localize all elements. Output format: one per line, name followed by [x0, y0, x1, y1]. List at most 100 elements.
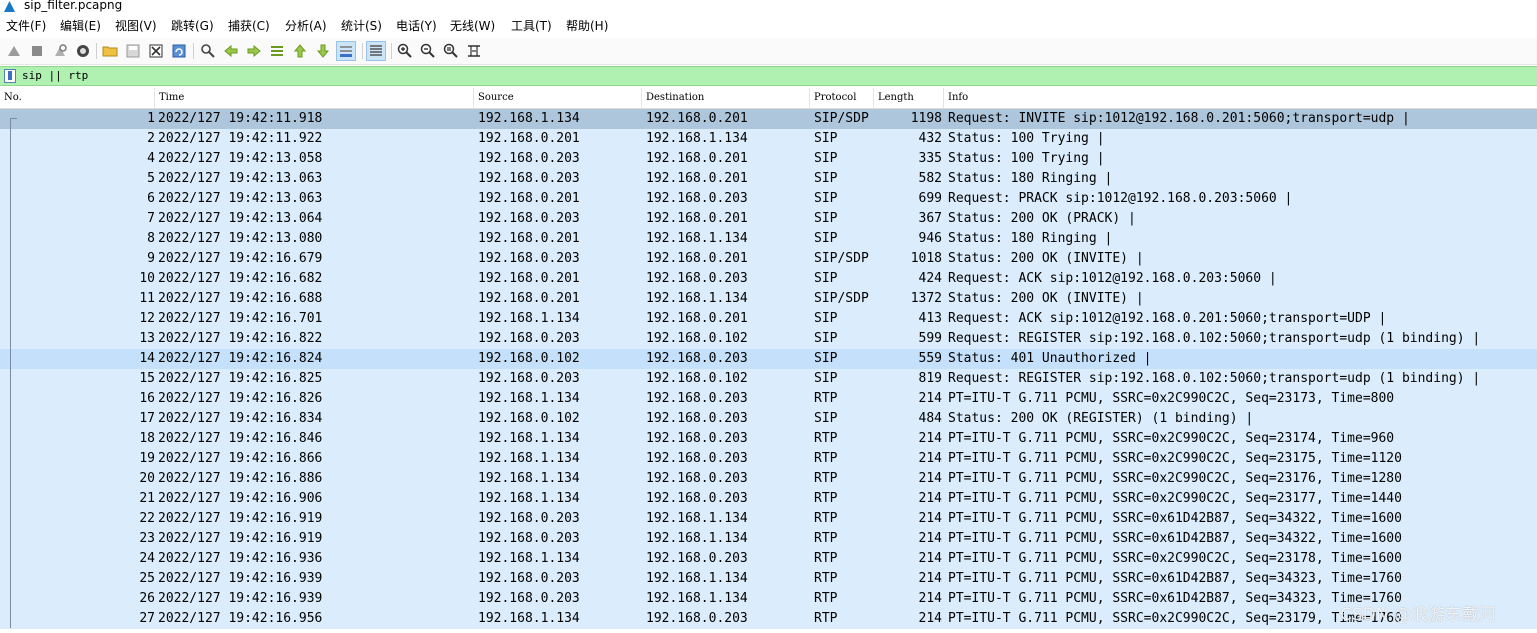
packet-row[interactable]: 20 2022/127 19:42:16.886 192.168.1.134 192.…: [0, 469, 1537, 489]
restart-capture-button[interactable]: [50, 41, 70, 61]
packet-src-cell: 192.168.1.134: [478, 311, 580, 326]
packet-row[interactable]: 5 2022/127 19:42:13.063 192.168.0.203 192.1…: [0, 169, 1537, 189]
packet-proto-cell: SIP: [814, 131, 838, 146]
related-packets-line: [10, 118, 11, 628]
packet-row[interactable]: 10 2022/127 19:42:16.682 192.168.0.201 192.…: [0, 269, 1537, 289]
packet-row[interactable]: 9 2022/127 19:42:16.679 192.168.0.203 192.1…: [0, 249, 1537, 269]
go-last-button[interactable]: [313, 41, 333, 61]
packet-proto-cell: SIP/SDP: [814, 111, 869, 126]
filter-bookmark-icon[interactable]: [4, 69, 16, 83]
packet-row[interactable]: 24 2022/127 19:42:16.936 192.168.1.134 192.…: [0, 549, 1537, 569]
save-file-button[interactable]: [123, 41, 143, 61]
menu-item-4[interactable]: 捕获(C): [228, 18, 270, 34]
packet-proto-cell: SIP: [814, 331, 838, 346]
capture-options-button[interactable]: [73, 41, 93, 61]
packet-proto-cell: SIP/SDP: [814, 291, 869, 306]
menu-item-3[interactable]: 跳转(G): [171, 18, 214, 34]
column-header-length[interactable]: Length: [874, 88, 944, 108]
packet-dst-cell: 192.168.0.102: [646, 331, 748, 346]
go-back-button[interactable]: [221, 41, 241, 61]
packet-no-cell: 27: [139, 611, 155, 626]
packet-row[interactable]: 22 2022/127 19:42:16.919 192.168.0.203 192.…: [0, 509, 1537, 529]
menu-item-0[interactable]: 文件(F): [6, 18, 46, 34]
find-packet-button[interactable]: [198, 41, 218, 61]
window-title: sip_filter.pcapng: [24, 0, 123, 12]
go-forward-button[interactable]: [244, 41, 264, 61]
packet-row[interactable]: 7 2022/127 19:42:13.064 192.168.0.203 192.1…: [0, 209, 1537, 229]
go-last-icon: [316, 44, 330, 58]
packet-row[interactable]: 21 2022/127 19:42:16.906 192.168.1.134 192.…: [0, 489, 1537, 509]
menu-item-10[interactable]: 帮助(H): [566, 18, 608, 34]
packet-no-cell: 16: [139, 391, 155, 406]
packet-proto-cell: SIP: [814, 151, 838, 166]
packet-time-cell: 2022/127 19:42:16.834: [158, 411, 323, 426]
go-to-packet-button[interactable]: [267, 41, 287, 61]
packet-row[interactable]: 19 2022/127 19:42:16.866 192.168.1.134 192.…: [0, 449, 1537, 469]
packet-row[interactable]: 25 2022/127 19:42:16.939 192.168.0.203 192.…: [0, 569, 1537, 589]
menu-item-7[interactable]: 电话(Y): [396, 18, 437, 34]
menu-item-9[interactable]: 工具(T): [511, 18, 552, 34]
packet-row[interactable]: 16 2022/127 19:42:16.826 192.168.1.134 192.…: [0, 389, 1537, 409]
column-header-time[interactable]: Time: [155, 88, 474, 108]
menu-item-5[interactable]: 分析(A): [285, 18, 327, 34]
display-filter-input[interactable]: sip || rtp: [22, 68, 88, 84]
packet-proto-cell: RTP: [814, 471, 838, 486]
packet-row[interactable]: 27 2022/127 19:42:16.956 192.168.1.134 192.…: [0, 609, 1537, 629]
column-header-destination[interactable]: Destination: [642, 88, 810, 108]
stop-capture-button[interactable]: [27, 41, 47, 61]
column-header-source[interactable]: Source: [474, 88, 642, 108]
start-capture-button[interactable]: [4, 41, 24, 61]
normal-size-button[interactable]: [441, 41, 461, 61]
packet-row[interactable]: 14 2022/127 19:42:16.824 192.168.0.102 192.…: [0, 349, 1537, 369]
packet-row[interactable]: 18 2022/127 19:42:16.846 192.168.1.134 192.…: [0, 429, 1537, 449]
resize-columns-button[interactable]: [464, 41, 484, 61]
packet-time-cell: 2022/127 19:42:11.922: [158, 131, 323, 146]
reload-file-button[interactable]: [169, 41, 189, 61]
packet-row[interactable]: 6 2022/127 19:42:13.063 192.168.0.201 192.1…: [0, 189, 1537, 209]
packet-no-cell: 26: [139, 591, 155, 606]
column-header-info[interactable]: Info: [944, 88, 1537, 108]
packet-src-cell: 192.168.0.201: [478, 231, 580, 246]
packet-len-cell: 484: [918, 411, 942, 426]
packet-row[interactable]: 23 2022/127 19:42:16.919 192.168.0.203 192.…: [0, 529, 1537, 549]
display-filter-bar[interactable]: sip || rtp: [0, 66, 1537, 86]
column-header-no[interactable]: No.: [0, 88, 155, 108]
packet-proto-cell: RTP: [814, 551, 838, 566]
packet-row[interactable]: 13 2022/127 19:42:16.822 192.168.0.203 192.…: [0, 329, 1537, 349]
packet-info-cell: Status: 100 Trying |: [948, 131, 1105, 146]
colorize-button[interactable]: [366, 41, 386, 61]
menu-item-2[interactable]: 视图(V): [115, 18, 157, 34]
packet-row[interactable]: 2 2022/127 19:42:11.922 192.168.0.201 192.1…: [0, 129, 1537, 149]
packet-info-cell: PT=ITU-T G.711 PCMU, SSRC=0x61D42B87, Se…: [948, 531, 1402, 546]
packet-src-cell: 192.168.0.203: [478, 251, 580, 266]
open-file-button[interactable]: [100, 41, 120, 61]
packet-row[interactable]: 17 2022/127 19:42:16.834 192.168.0.102 192.…: [0, 409, 1537, 429]
packet-row[interactable]: 11 2022/127 19:42:16.688 192.168.0.201 192.…: [0, 289, 1537, 309]
menu-item-1[interactable]: 编辑(E): [60, 18, 101, 34]
packet-info-cell: Status: 180 Ringing |: [948, 171, 1113, 186]
packet-row[interactable]: 15 2022/127 19:42:16.825 192.168.0.203 192.…: [0, 369, 1537, 389]
go-first-button[interactable]: [290, 41, 310, 61]
menu-item-6[interactable]: 统计(S): [341, 18, 382, 34]
packet-no-cell: 13: [139, 331, 155, 346]
packet-row[interactable]: 8 2022/127 19:42:13.080 192.168.0.201 192.1…: [0, 229, 1537, 249]
related-packets-line-cap: [10, 118, 17, 119]
zoom-in-button[interactable]: [395, 41, 415, 61]
zoom-in-icon: [397, 43, 412, 58]
zoom-out-button[interactable]: [418, 41, 438, 61]
packet-info-cell: PT=ITU-T G.711 PCMU, SSRC=0x61D42B87, Se…: [948, 571, 1402, 586]
packet-proto-cell: SIP: [814, 271, 838, 286]
packet-row[interactable]: 4 2022/127 19:42:13.058 192.168.0.203 192.1…: [0, 149, 1537, 169]
close-file-button[interactable]: [146, 41, 166, 61]
packet-src-cell: 192.168.0.203: [478, 151, 580, 166]
menu-item-8[interactable]: 无线(W): [450, 18, 495, 34]
packet-dst-cell: 192.168.0.203: [646, 431, 748, 446]
packet-proto-cell: RTP: [814, 531, 838, 546]
packet-info-cell: Status: 200 OK (PRACK) |: [948, 211, 1136, 226]
packet-row[interactable]: 26 2022/127 19:42:16.939 192.168.0.203 192.…: [0, 589, 1537, 609]
packet-src-cell: 192.168.1.134: [478, 611, 580, 626]
packet-row[interactable]: 12 2022/127 19:42:16.701 192.168.1.134 192.…: [0, 309, 1537, 329]
autoscroll-button[interactable]: [336, 41, 356, 61]
column-header-protocol[interactable]: Protocol: [810, 88, 874, 108]
packet-row[interactable]: 1 2022/127 19:42:11.918 192.168.1.134 192.1…: [0, 109, 1537, 129]
